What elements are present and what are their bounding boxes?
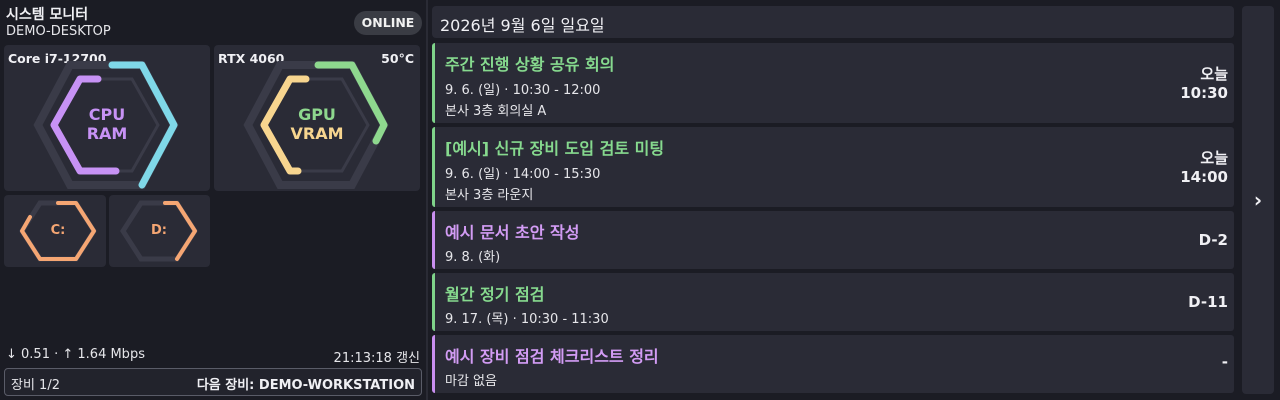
event-day: 오늘 (1200, 149, 1228, 167)
event-time: 9. 6. (일) · 10:30 - 12:00 (445, 83, 601, 98)
status-badge: ONLINE (354, 11, 422, 35)
system-monitor-panel: 시스템 모니터 DEMO-DESKTOP ONLINE Core i7-1270… (0, 0, 426, 400)
event-countdown: D-11 (1188, 293, 1228, 311)
vram-label: VRAM (290, 124, 344, 143)
event-item[interactable]: 월간 정기 점검 9. 17. (목) · 10:30 - 11:30 D-11 (432, 273, 1234, 331)
event-start: 14:00 (1180, 168, 1228, 186)
event-when: - (1222, 353, 1228, 372)
ram-label: RAM (86, 124, 128, 143)
event-item[interactable]: 주간 진행 상황 공유 회의 9. 6. (일) · 10:30 - 12:00… (432, 43, 1234, 123)
device-index: 장비 1/2 (11, 378, 60, 393)
next-page-button[interactable]: › (1242, 6, 1274, 394)
event-countdown: - (1221, 353, 1228, 371)
event-time: 9. 17. (목) · 10:30 - 11:30 (445, 312, 609, 327)
calendar-date-header: 2026년 9월 6일 일요일 (432, 6, 1234, 38)
event-start: 10:30 (1180, 84, 1228, 102)
panel-title: 시스템 모니터 (6, 7, 89, 23)
event-item[interactable]: 예시 문서 초안 작성 9. 8. (화) D-2 (432, 211, 1234, 269)
event-when: D-11 (1188, 293, 1228, 312)
chevron-right-icon: › (1253, 188, 1263, 212)
event-location: 본사 3층 회의실 A (445, 104, 547, 119)
event-day: 오늘 (1200, 65, 1228, 83)
event-countdown: D-2 (1198, 231, 1228, 249)
next-device-button[interactable]: 다음 장비: DEMO-WORKSTATION (197, 374, 415, 393)
event-item[interactable]: 예시 장비 점검 체크리스트 정리 마감 없음 - (432, 335, 1234, 393)
gpu-label: GPU (298, 105, 336, 124)
event-title: 예시 장비 점검 체크리스트 정리 (445, 347, 659, 366)
device-switcher[interactable]: 장비 1/2 다음 장비: DEMO-WORKSTATION (4, 368, 422, 396)
event-time: 9. 8. (화) (445, 250, 501, 265)
event-title: 예시 문서 초안 작성 (445, 223, 580, 242)
cpu-label: CPU (88, 105, 126, 124)
event-item[interactable]: [예시] 신규 장비 도입 검토 미팅 9. 6. (일) · 14:00 - … (432, 127, 1234, 207)
disk-c-label: C: (50, 223, 66, 238)
gpu-card: RTX 4060 50°C GPU VRAM (214, 45, 420, 191)
event-when: 오늘 10:30 (1180, 65, 1228, 103)
event-title: 월간 정기 점검 (445, 285, 545, 304)
date-header-text: 2026년 9월 6일 일요일 (440, 16, 605, 35)
panel-divider (426, 0, 428, 400)
last-updated: 21:13:18 갱신 (333, 351, 420, 366)
event-location: 본사 3층 라운지 (445, 188, 534, 203)
disk-d-label: D: (151, 223, 167, 238)
event-title: [예시] 신규 장비 도입 검토 미팅 (445, 139, 665, 158)
event-title: 주간 진행 상황 공유 회의 (445, 55, 615, 74)
network-throughput: ↓ 0.51 · ↑ 1.64 Mbps (6, 347, 145, 362)
event-time: 9. 6. (일) · 14:00 - 15:30 (445, 167, 601, 182)
event-when: D-2 (1199, 231, 1228, 250)
disk-d-card: D: (109, 195, 210, 267)
event-when: 오늘 14:00 (1180, 149, 1228, 187)
cpu-card: Core i7-12700 CPU RAM (4, 45, 210, 191)
host-name: DEMO-DESKTOP (6, 24, 111, 39)
event-deadline: 마감 없음 (445, 374, 497, 389)
disk-c-card: C: (4, 195, 106, 267)
